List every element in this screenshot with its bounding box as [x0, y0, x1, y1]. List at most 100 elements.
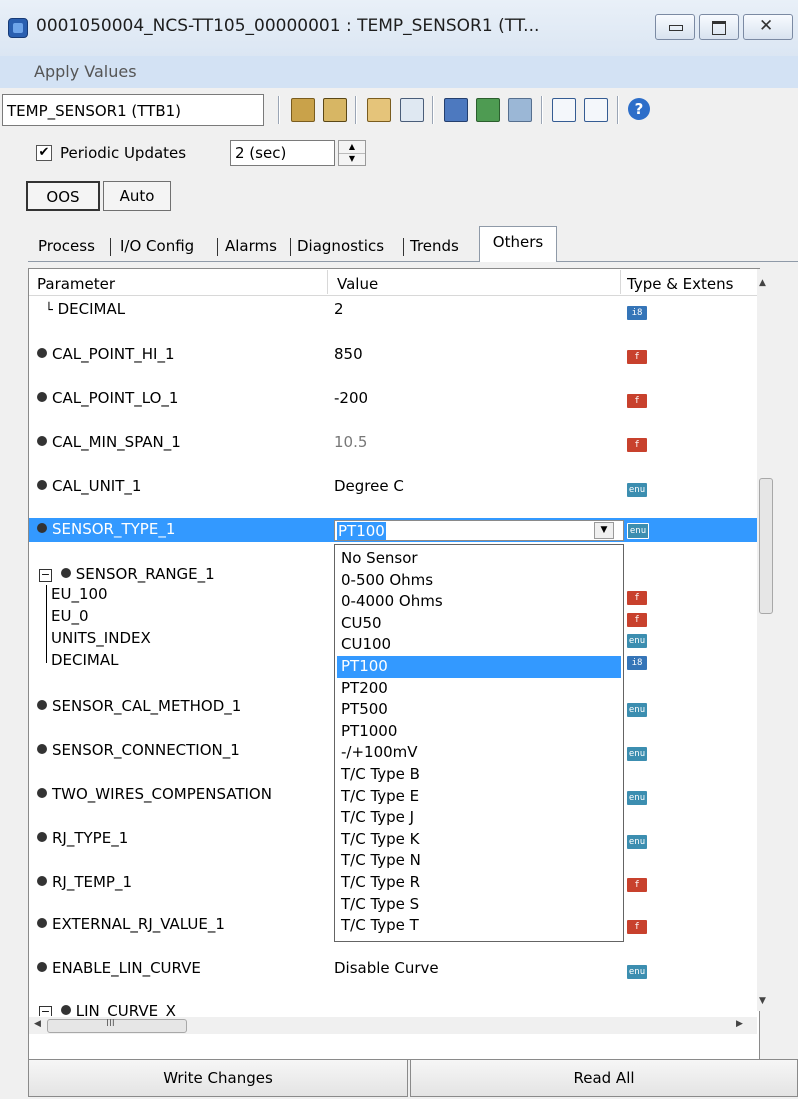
float-type-icon: f: [627, 438, 647, 452]
header-value[interactable]: Value: [337, 275, 378, 293]
table-row[interactable]: CAL_MIN_SPAN_1 10.5 f: [29, 433, 757, 477]
tab-process[interactable]: Process: [38, 233, 95, 261]
read-all-button[interactable]: Read All: [410, 1059, 798, 1097]
tab-alarms[interactable]: Alarms: [225, 233, 277, 261]
transfer-icon[interactable]: [476, 98, 500, 122]
checkbox-icon[interactable]: ✔: [36, 145, 52, 161]
menu-apply-values[interactable]: Apply Values: [34, 62, 137, 81]
download-icon[interactable]: [444, 98, 468, 122]
table-view-icon[interactable]: [584, 98, 608, 122]
float-type-icon: f: [627, 350, 647, 364]
dropdown-option[interactable]: PT200: [337, 678, 621, 700]
dropdown-option[interactable]: CU50: [337, 613, 621, 635]
param-name: CAL_POINT_LO_1: [52, 389, 179, 407]
parameter-bullet-icon: [37, 348, 47, 358]
scroll-up-icon[interactable]: ▲: [759, 278, 766, 288]
table-row[interactable]: ENABLE_LIN_CURVE Disable Curve enu: [29, 959, 757, 1003]
table-row[interactable]: └ DECIMAL 2 i8: [29, 300, 757, 344]
block-icon[interactable]: [367, 98, 391, 122]
parameter-bullet-icon: [37, 876, 47, 886]
arrows-icon[interactable]: [508, 98, 532, 122]
close-icon: ✕: [759, 16, 774, 36]
toolbar-separator: [355, 96, 357, 124]
list-view-icon[interactable]: [552, 98, 576, 122]
edit-all-icon[interactable]: [323, 98, 347, 122]
dropdown-arrow-icon[interactable]: ▼: [594, 522, 614, 539]
header-parameter[interactable]: Parameter: [37, 275, 115, 293]
scroll-down-icon[interactable]: ▼: [759, 996, 766, 1006]
dropdown-option[interactable]: PT500: [337, 699, 621, 721]
tab-divider: [217, 238, 218, 256]
interval-spinner[interactable]: ▲ ▼: [338, 140, 366, 166]
auto-button[interactable]: Auto: [103, 181, 171, 211]
dropdown-option[interactable]: CU100: [337, 634, 621, 656]
tab-others[interactable]: Others: [479, 226, 557, 262]
oos-button[interactable]: OOS: [26, 181, 100, 211]
enum-type-icon: enu: [627, 634, 647, 648]
dropdown-option[interactable]: T/C Type B: [337, 764, 621, 786]
param-value: Disable Curve: [334, 959, 439, 977]
horizontal-scroll-thumb[interactable]: III: [47, 1018, 187, 1033]
param-value: 10.5: [334, 433, 368, 451]
float-type-icon: f: [627, 394, 647, 408]
param-name: ENABLE_LIN_CURVE: [52, 959, 201, 977]
tab-diagnostics[interactable]: Diagnostics: [297, 233, 384, 261]
write-changes-button[interactable]: Write Changes: [28, 1059, 408, 1097]
table-row[interactable]: CAL_POINT_LO_1 -200 f: [29, 389, 757, 433]
chart-icon[interactable]: [400, 98, 424, 122]
dropdown-option[interactable]: T/C Type R: [337, 872, 621, 894]
table-row[interactable]: CAL_UNIT_1 Degree C enu: [29, 477, 757, 521]
dropdown-option[interactable]: 0-500 Ohms: [337, 570, 621, 592]
parameter-bullet-icon: [37, 480, 47, 490]
maximize-button[interactable]: [699, 14, 739, 40]
maximize-icon: [712, 21, 726, 35]
dropdown-option[interactable]: PT1000: [337, 721, 621, 743]
parameter-bullet-icon: [37, 523, 47, 533]
header-type[interactable]: Type & Extens: [627, 275, 755, 293]
dropdown-option[interactable]: 0-4000 Ohms: [337, 591, 621, 613]
tree-line: [46, 585, 47, 663]
edit-icon[interactable]: [291, 98, 315, 122]
minimize-button[interactable]: [655, 14, 695, 40]
header-divider: [620, 270, 621, 294]
param-name-text: LIN_CURVE_X: [75, 1002, 176, 1016]
enum-type-icon: enu: [627, 835, 647, 849]
block-select-value: TEMP_SENSOR1 (TTB1): [7, 102, 182, 120]
dropdown-option[interactable]: No Sensor: [337, 548, 621, 570]
tab-io-config[interactable]: I/O Config: [120, 233, 194, 261]
dropdown-option[interactable]: T/C Type K: [337, 829, 621, 851]
table-row[interactable]: − LIN_CURVE_X: [29, 1002, 757, 1016]
param-name: CAL_UNIT_1: [52, 477, 142, 495]
collapse-icon[interactable]: −: [39, 569, 52, 582]
header-divider: [327, 270, 328, 294]
vertical-scroll-thumb[interactable]: [759, 478, 773, 614]
dropdown-option[interactable]: T/C Type S: [337, 894, 621, 916]
scroll-left-icon[interactable]: ◀: [34, 1019, 41, 1029]
dropdown-option[interactable]: -/+100mV: [337, 742, 621, 764]
param-value: -200: [334, 389, 369, 407]
periodic-updates-label: Periodic Updates: [60, 144, 187, 162]
sensor-type-combo[interactable]: PT100: [334, 520, 624, 541]
tab-trends[interactable]: Trends: [410, 233, 459, 261]
param-name: └ DECIMAL: [45, 300, 125, 318]
block-select[interactable]: TEMP_SENSOR1 (TTB1): [2, 94, 264, 126]
int-type-icon: i8: [627, 656, 647, 670]
interval-field[interactable]: 2 (sec): [230, 140, 335, 166]
vertical-scrollbar[interactable]: [757, 269, 774, 1011]
scroll-right-icon[interactable]: ▶: [736, 1019, 743, 1029]
collapse-icon[interactable]: −: [39, 1006, 52, 1016]
spin-down-icon[interactable]: ▼: [339, 153, 365, 165]
dropdown-option[interactable]: T/C Type T: [337, 915, 621, 937]
dropdown-option[interactable]: T/C Type E: [337, 786, 621, 808]
float-type-icon: f: [627, 878, 647, 892]
parameter-bullet-icon: [37, 744, 47, 754]
enum-type-icon: enu: [627, 703, 647, 717]
tree-branch-icon: └: [45, 303, 53, 318]
dropdown-option-selected[interactable]: PT100: [337, 656, 621, 678]
table-row[interactable]: CAL_POINT_HI_1 850 f: [29, 345, 757, 389]
help-icon[interactable]: ?: [628, 98, 650, 120]
enum-type-icon: enu: [627, 483, 647, 497]
dropdown-option[interactable]: T/C Type J: [337, 807, 621, 829]
dropdown-option[interactable]: T/C Type N: [337, 850, 621, 872]
close-button[interactable]: ✕: [743, 14, 793, 40]
